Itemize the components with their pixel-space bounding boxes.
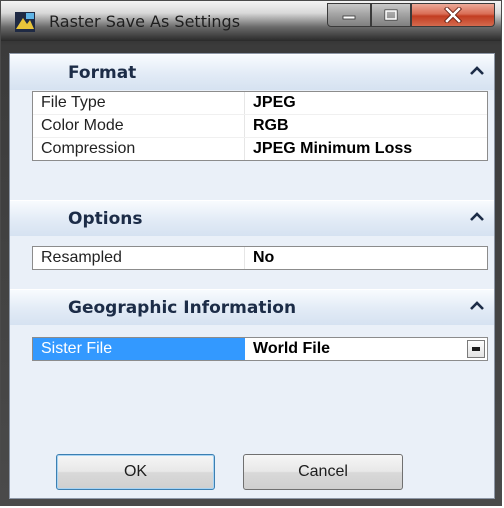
dialog-content: Format File Type JPEG Color Mode RGB Com… bbox=[9, 53, 495, 499]
section-title-format: Format bbox=[68, 63, 137, 83]
window-title: Raster Save As Settings bbox=[49, 12, 241, 31]
property-value[interactable]: JPEG bbox=[253, 92, 296, 114]
maximize-icon bbox=[384, 9, 398, 21]
minimize-button[interactable] bbox=[327, 3, 371, 27]
property-value[interactable]: No bbox=[253, 247, 274, 269]
cancel-button[interactable]: Cancel bbox=[243, 454, 403, 490]
property-row-compression[interactable]: Compression JPEG Minimum Loss bbox=[33, 138, 487, 160]
chevron-up-icon[interactable] bbox=[470, 212, 484, 222]
section-header-geographic[interactable]: Geographic Information bbox=[10, 289, 494, 325]
dialog-window: Raster Save As Settings Format File Type… bbox=[0, 0, 502, 506]
section-title-options: Options bbox=[68, 209, 143, 229]
property-value[interactable]: RGB bbox=[253, 115, 289, 137]
section-header-format[interactable]: Format bbox=[10, 54, 494, 90]
property-name: Resampled bbox=[33, 247, 245, 269]
chevron-up-icon[interactable] bbox=[470, 301, 484, 311]
options-property-grid: Resampled No bbox=[32, 246, 488, 270]
chevron-down-icon bbox=[472, 347, 480, 351]
property-row-sister-file[interactable]: Sister File World File bbox=[33, 338, 487, 360]
property-row-file-type[interactable]: File Type JPEG bbox=[33, 92, 487, 115]
app-icon bbox=[15, 12, 35, 32]
section-header-options[interactable]: Options bbox=[10, 200, 494, 236]
minimize-icon bbox=[342, 15, 356, 20]
close-button[interactable] bbox=[411, 3, 495, 27]
property-name: Sister File bbox=[33, 338, 245, 360]
section-title-geographic: Geographic Information bbox=[68, 298, 297, 318]
property-value[interactable]: World File bbox=[253, 338, 330, 360]
title-bar[interactable]: Raster Save As Settings bbox=[1, 1, 501, 41]
ok-button[interactable]: OK bbox=[56, 454, 215, 490]
dropdown-button[interactable] bbox=[467, 340, 485, 358]
property-name: File Type bbox=[33, 92, 245, 114]
caption-buttons bbox=[327, 3, 495, 27]
property-name: Color Mode bbox=[33, 115, 245, 137]
property-row-resampled[interactable]: Resampled No bbox=[33, 247, 487, 269]
chevron-up-icon[interactable] bbox=[470, 66, 484, 76]
property-name: Compression bbox=[33, 138, 245, 160]
format-property-grid: File Type JPEG Color Mode RGB Compressio… bbox=[32, 91, 488, 161]
property-row-color-mode[interactable]: Color Mode RGB bbox=[33, 115, 487, 138]
maximize-button[interactable] bbox=[371, 3, 411, 27]
close-icon bbox=[444, 7, 462, 23]
geographic-property-grid: Sister File World File bbox=[32, 337, 488, 361]
property-value[interactable]: JPEG Minimum Loss bbox=[253, 138, 412, 160]
